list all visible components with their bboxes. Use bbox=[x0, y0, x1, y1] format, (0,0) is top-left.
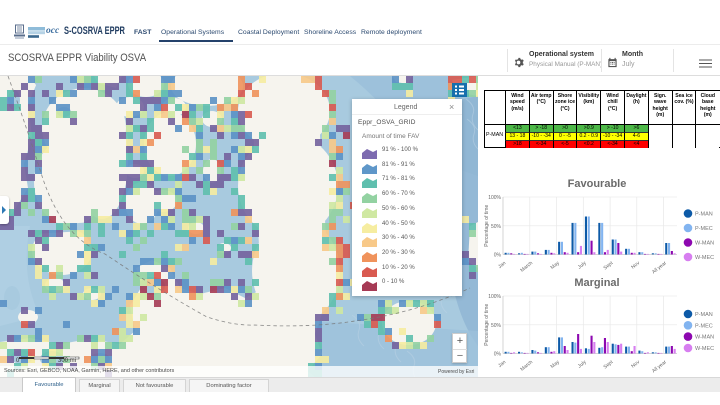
svg-text:W-MEC: W-MEC bbox=[695, 255, 714, 261]
svg-text:May: May bbox=[550, 359, 562, 370]
svg-text:P-MEC: P-MEC bbox=[695, 323, 713, 329]
svg-text:Jan: Jan bbox=[497, 260, 507, 270]
svg-text:All year: All year bbox=[651, 260, 668, 275]
svg-text:W-MAN: W-MAN bbox=[695, 241, 714, 247]
svg-text:P-MAN: P-MAN bbox=[695, 312, 713, 318]
svg-text:0%: 0% bbox=[494, 253, 502, 259]
svg-text:Sept: Sept bbox=[603, 359, 615, 370]
svg-text:W-MAN: W-MAN bbox=[695, 335, 714, 341]
svg-text:Sept: Sept bbox=[603, 260, 615, 271]
svg-text:Marginal: Marginal bbox=[574, 277, 619, 289]
svg-text:July: July bbox=[577, 260, 588, 271]
svg-text:W-MEC: W-MEC bbox=[695, 346, 714, 352]
svg-text:Nov: Nov bbox=[630, 260, 641, 271]
svg-text:50%: 50% bbox=[491, 224, 502, 230]
svg-text:Percentage of time: Percentage of time bbox=[484, 205, 490, 247]
svg-text:0%: 0% bbox=[494, 352, 502, 358]
svg-text:Favourable: Favourable bbox=[568, 178, 627, 190]
svg-text:100%: 100% bbox=[488, 195, 501, 201]
svg-text:March: March bbox=[519, 359, 534, 372]
svg-text:Jan: Jan bbox=[497, 359, 507, 369]
svg-text:Percentage of time: Percentage of time bbox=[484, 304, 490, 346]
svg-text:50%: 50% bbox=[491, 323, 502, 329]
svg-text:P-MAN: P-MAN bbox=[695, 212, 713, 218]
svg-text:May: May bbox=[550, 260, 562, 271]
svg-text:March: March bbox=[519, 260, 534, 273]
svg-text:July: July bbox=[577, 359, 588, 370]
svg-text:P-MEC: P-MEC bbox=[695, 226, 713, 232]
svg-text:All year: All year bbox=[651, 359, 668, 374]
svg-text:Nov: Nov bbox=[630, 359, 641, 370]
svg-text:100%: 100% bbox=[488, 294, 501, 300]
